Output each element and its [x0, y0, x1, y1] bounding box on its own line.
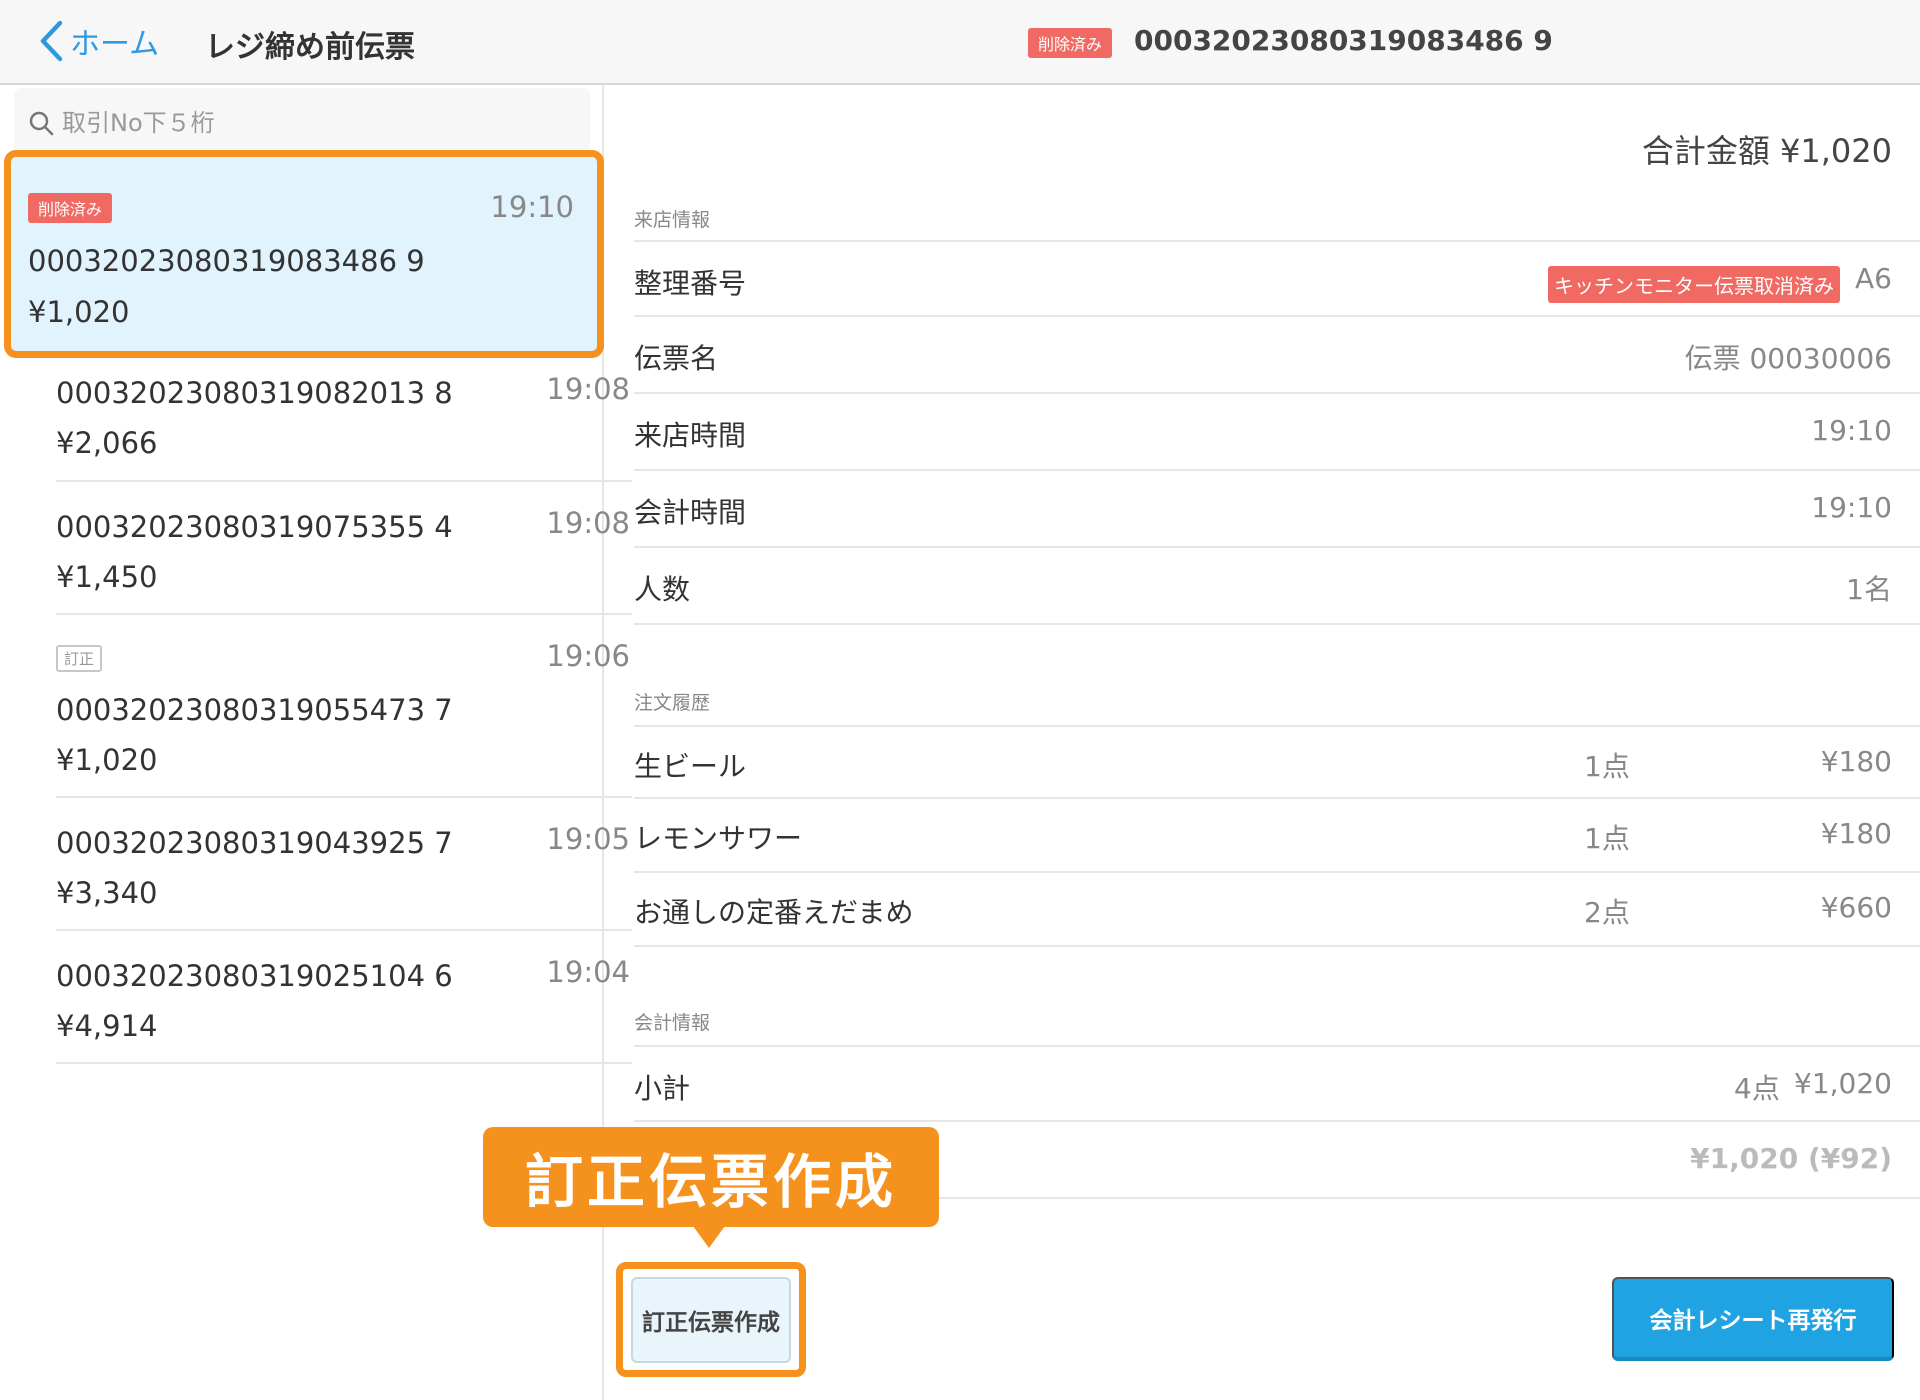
- deleted-badge: 削除済み: [28, 193, 113, 223]
- total-amount: 合計金額 ¥1,020: [1641, 132, 1892, 170]
- transaction-number: 00032023080319083486 9: [28, 244, 425, 278]
- order-history-section-label: 注文履歴: [634, 692, 711, 714]
- order-item-price: ¥180: [1820, 817, 1892, 850]
- detail-header: 削除済み 00032023080319083486 9: [604, 0, 1920, 85]
- detail-row-guest-count: 人数 1名: [634, 548, 1920, 625]
- callout-label: 訂正伝票作成: [483, 1127, 939, 1227]
- detail-row-visit-time: 来店時間 19:10: [634, 394, 1920, 471]
- row-label: 小計: [634, 1072, 691, 1105]
- transaction-number: 00032023080319082013 8: [56, 376, 453, 410]
- order-item-price: ¥180: [1820, 745, 1892, 778]
- transaction-amount: ¥3,340: [56, 876, 158, 910]
- kitchen-cancelled-badge: キッチンモニター伝票取消済み: [1548, 266, 1840, 303]
- order-row: 生ビール 1点 ¥180: [634, 725, 1920, 799]
- transaction-item[interactable]: 00032023080319025104 6 19:04 ¥4,914: [56, 931, 632, 1064]
- visit-info-section-label: 来店情報: [634, 209, 711, 231]
- row-value: 1名: [1846, 573, 1892, 606]
- row-label: 来店時間: [634, 419, 747, 452]
- transaction-amount: ¥4,914: [56, 1009, 158, 1043]
- transaction-number: 00032023080319055473 7: [56, 693, 453, 727]
- search-icon: [29, 111, 54, 136]
- transaction-number: 00032023080319025104 6: [56, 959, 453, 993]
- transaction-number: 00032023080319075355 4: [56, 510, 453, 544]
- order-row: レモンサワー 1点 ¥180: [634, 799, 1920, 873]
- row-value: ¥1,020 (¥92): [1690, 1142, 1892, 1175]
- row-qty: 4点: [1734, 1072, 1780, 1105]
- callout-arrow: [693, 1226, 725, 1248]
- transaction-item[interactable]: 00032023080319082013 8 19:08 ¥2,066: [56, 358, 632, 482]
- transaction-amount: ¥1,020: [56, 743, 158, 777]
- page-title: レジ締め前伝票: [205, 30, 415, 65]
- back-label: ホーム: [70, 27, 160, 62]
- transaction-amount: ¥1,450: [56, 560, 158, 594]
- transaction-time: 19:10: [490, 190, 574, 224]
- transaction-number: 00032023080319043925 7: [56, 826, 453, 860]
- row-value: 19:10: [1811, 491, 1892, 524]
- payment-row-subtotal: 小計 4点 ¥1,020: [634, 1045, 1920, 1122]
- search-input[interactable]: [62, 102, 562, 144]
- detail-row-checkout-time: 会計時間 19:10: [634, 471, 1920, 548]
- order-item-price: ¥660: [1820, 891, 1892, 924]
- order-item-name: お通しの定番えだまめ: [634, 896, 914, 929]
- search-box: [14, 88, 590, 158]
- order-item-qty: 1点: [1584, 822, 1630, 855]
- row-label: 人数: [634, 573, 691, 606]
- row-label: 伝票名: [634, 342, 719, 375]
- transaction-amount: ¥2,066: [56, 426, 158, 460]
- transaction-item[interactable]: 訂正 19:06 00032023080319055473 7 ¥1,020: [56, 615, 632, 798]
- transaction-item[interactable]: 00032023080319043925 7 19:05 ¥3,340: [56, 798, 632, 931]
- transaction-item-selected[interactable]: 削除済み 19:10 00032023080319083486 9 ¥1,020: [0, 158, 604, 358]
- detail-row-ticket-number: 整理番号 キッチンモニター伝票取消済み A6: [634, 240, 1920, 317]
- correct-button-highlight: 訂正伝票作成: [616, 1262, 806, 1377]
- order-item-name: 生ビール: [634, 750, 747, 783]
- row-value: A6: [1855, 262, 1892, 295]
- payment-info-section-label: 会計情報: [634, 1012, 711, 1034]
- row-value: 伝票 00030006: [1684, 342, 1892, 375]
- transaction-amount: ¥1,020: [28, 295, 130, 329]
- reissue-receipt-button[interactable]: 会計レシート再発行: [1612, 1277, 1894, 1361]
- back-home-button[interactable]: ホーム: [38, 18, 159, 64]
- chevron-left-icon: [40, 20, 63, 62]
- deleted-badge: 削除済み: [1028, 28, 1113, 58]
- correction-badge: 訂正: [56, 645, 103, 672]
- row-label: 整理番号: [634, 267, 747, 300]
- row-label: 会計時間: [634, 496, 747, 529]
- create-correction-ticket-button[interactable]: 訂正伝票作成: [631, 1277, 791, 1363]
- order-item-qty: 1点: [1584, 750, 1630, 783]
- transaction-item[interactable]: 00032023080319075355 4 19:08 ¥1,450: [56, 482, 632, 615]
- detail-transaction-number: 00032023080319083486 9: [1134, 24, 1553, 57]
- order-item-qty: 2点: [1584, 896, 1630, 929]
- detail-footer: 訂正伝票作成 会計レシート再発行: [604, 1232, 1920, 1400]
- left-header: ホーム レジ締め前伝票: [0, 0, 604, 85]
- row-value: 19:10: [1811, 414, 1892, 447]
- detail-row-ticket-name: 伝票名 伝票 00030006: [634, 317, 1920, 394]
- order-row: お通しの定番えだまめ 2点 ¥660: [634, 873, 1920, 947]
- row-value: ¥1,020: [1794, 1067, 1892, 1100]
- order-item-name: レモンサワー: [634, 822, 803, 855]
